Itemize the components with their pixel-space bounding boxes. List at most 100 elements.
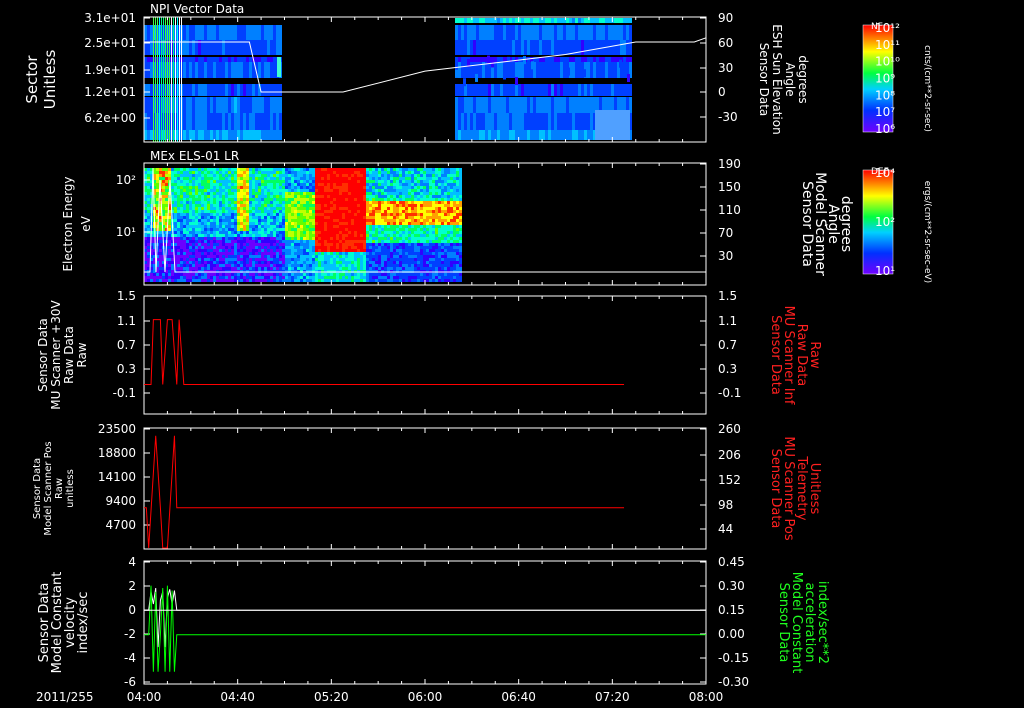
y-tick-label-right: 70 (718, 226, 733, 240)
y-axis-label-left: eV (79, 215, 93, 231)
panel-5-series-2 (144, 585, 706, 672)
y-tick-label-right: -30 (718, 110, 738, 124)
date-label: 2011/255 (36, 690, 94, 704)
npi-spectrogram (144, 17, 632, 142)
y-tick-label-left: 9400 (105, 494, 136, 508)
y-tick-label-left: 1.2e+01 (84, 85, 136, 99)
colorbar-tick-label: 10¹² (875, 21, 900, 35)
y-axis-label-left: Sensor Data (36, 318, 50, 392)
y-axis-label-right: acceleration (802, 582, 817, 662)
y-axis-label-left: Sector (23, 55, 41, 104)
panel-frame-4 (143, 427, 707, 550)
y-axis-label-left: Raw (75, 342, 89, 367)
y-axis-label-right: Angle (783, 62, 797, 96)
panel-frame-5 (143, 560, 707, 685)
y-tick-label-right: 98 (718, 498, 733, 512)
colorbar-tick-label: 10⁹ (875, 72, 895, 86)
y-tick-label-right: 60 (718, 36, 733, 50)
colorbar-tick-label: 10¹⁰ (875, 55, 900, 69)
panel-5-series-1 (144, 587, 706, 648)
y-tick-label-right: 152 (718, 473, 741, 487)
y-axis-label-left: Unitless (41, 50, 59, 110)
colorbar-tick-label: 10⁸ (875, 88, 895, 102)
panel-3-series-1 (144, 319, 625, 385)
y-tick-label-right: 30 (718, 249, 733, 263)
x-tick-label: 06:40 (501, 690, 536, 704)
y-tick-label-right: 0.30 (718, 579, 745, 593)
colorbar-tick-label: 10¹ (875, 264, 895, 278)
y-axis-label-left: Raw (54, 478, 65, 499)
y-axis-label-right: Sensor Data (768, 449, 783, 529)
y-tick-label-left: 2 (128, 579, 136, 593)
y-axis-label-left: MU Scanner +30V (49, 300, 63, 410)
y-tick-label-right: 110 (718, 203, 741, 217)
y-axis-label-left: Sensor Data (32, 458, 43, 519)
y-tick-label-left: 1.1 (117, 314, 136, 328)
y-tick-label-right: 190 (718, 157, 741, 171)
y-tick-label-right: 150 (718, 180, 741, 194)
panel-2-title: MEx ELS-01 LR (150, 149, 239, 163)
colorbar-tick-label: 10² (875, 215, 895, 229)
y-axis-label-left: Electron Energy (61, 176, 75, 271)
y-axis-label-right: MU Scanner Pos (781, 436, 796, 541)
x-tick-label: 05:20 (314, 690, 349, 704)
colorbar-tick-label: 10⁴ (875, 166, 895, 180)
y-tick-label-left: 6.2e+00 (84, 111, 136, 125)
colorbar-tick-label: 10¹¹ (875, 38, 900, 52)
x-tick-label: 07:20 (595, 690, 630, 704)
y-tick-label-right: -0.1 (718, 386, 741, 400)
y-axis-label-right: Telemetry (794, 455, 809, 520)
y-axis-label-right: Unitless (807, 463, 822, 515)
y-tick-label-right: 0.7 (718, 338, 737, 352)
y-tick-label-right: 30 (718, 61, 733, 75)
x-tick-label: 04:40 (220, 690, 255, 704)
y-tick-label-right: 90 (718, 11, 733, 25)
y-tick-label-left: 10² (116, 173, 136, 187)
y-tick-label-left: 14100 (98, 470, 136, 484)
y-tick-label-left: -0.1 (113, 386, 136, 400)
y-tick-label-left: 1.9e+01 (84, 63, 136, 77)
y-tick-label-right: 44 (718, 522, 733, 536)
y-axis-label-right: ESH Sun Elevation (770, 24, 784, 134)
y-tick-label-left: 0.7 (117, 338, 136, 352)
y-axis-label-left: Model Scanner Pos (43, 441, 54, 535)
y-axis-label-right: index/sec**2 (815, 581, 830, 664)
y-tick-label-left: -6 (124, 675, 136, 689)
y-tick-label-left: 18800 (98, 446, 136, 460)
y-tick-label-right: -0.30 (718, 675, 749, 689)
panel-1-title: NPI Vector Data (150, 2, 244, 16)
y-tick-label-left: 1.5 (117, 289, 136, 303)
y-axis-label-right: degrees (838, 196, 854, 252)
y-tick-label-right: 0.00 (718, 627, 745, 641)
y-tick-label-left: 3.1e+01 (84, 11, 136, 25)
x-tick-label: 04:00 (127, 690, 162, 704)
y-tick-label-left: 4700 (105, 518, 136, 532)
y-tick-label-right: -0.15 (718, 651, 749, 665)
y-tick-label-left: 0.3 (117, 362, 136, 376)
colorbar-unit: ergs/(cm**2-sr-sec-eV) (922, 181, 932, 283)
y-tick-label-right: 206 (718, 448, 741, 462)
y-tick-label-left: -2 (124, 627, 136, 641)
y-axis-label-left: index/sec (76, 592, 91, 654)
x-tick-label: 08:00 (689, 690, 724, 704)
colorbar-unit: cnts/(cm**2-sr-sec) (922, 45, 932, 132)
y-axis-label-right: degrees (796, 55, 810, 103)
y-tick-label-left: 23500 (98, 422, 136, 436)
y-tick-label-left: 2.5e+01 (84, 36, 136, 50)
y-tick-label-left: -4 (124, 651, 136, 665)
panel-frame-3 (143, 295, 707, 415)
y-tick-label-left: 0 (128, 603, 136, 617)
y-tick-label-left: 10¹ (116, 225, 136, 239)
multi-panel-chart: NPI Vector Data MEx ELS-01 LR 3.1e+01 2.5e+… (23, 2, 932, 704)
els-spectrogram (144, 167, 706, 282)
y-tick-label-right: 0 (718, 85, 726, 99)
y-tick-label-right: 1.1 (718, 314, 737, 328)
y-axis-label-left: unitless (65, 469, 76, 508)
colorbar-tick-label: 10⁶ (875, 122, 895, 136)
y-tick-label-right: 260 (718, 422, 741, 436)
y-axis-label-right: Sensor Data (776, 583, 791, 663)
y-tick-label-right: 1.5 (718, 289, 737, 303)
y-axis-label-right: MU Scanner Inf (781, 306, 796, 405)
y-tick-label-right: 0.15 (718, 603, 745, 617)
y-tick-label-left: 4 (128, 555, 136, 569)
